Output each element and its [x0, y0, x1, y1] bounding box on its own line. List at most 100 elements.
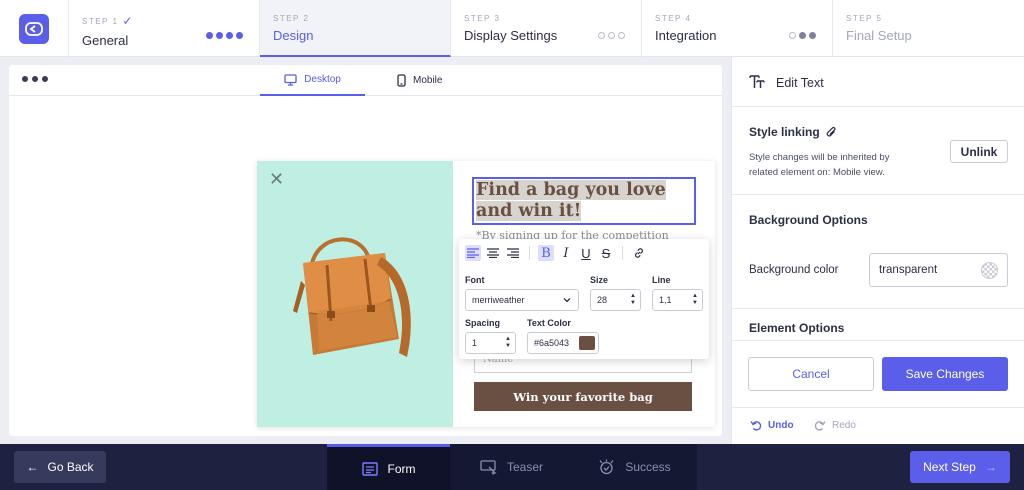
step-integration[interactable]: STEP 4 Integration — [642, 0, 833, 57]
tab-mobile[interactable]: Mobile — [381, 65, 458, 96]
format-buttons: B I U S — [465, 245, 647, 261]
unlink-button[interactable]: Unlink — [950, 140, 1008, 163]
canvas-header: Desktop Mobile — [9, 65, 722, 96]
step-general[interactable]: STEP 1 ✓ General — [69, 0, 260, 57]
size-stepper[interactable]: 28 ▲ ▼ — [590, 289, 641, 311]
italic-icon[interactable]: I — [558, 245, 574, 261]
text-type-icon — [749, 74, 765, 92]
popup-headline[interactable]: Find a bag you love and win it! — [476, 180, 692, 222]
app-logo[interactable] — [0, 0, 69, 57]
checkmark-icon: ✓ — [122, 14, 133, 28]
line-value: 1,1 — [659, 295, 672, 305]
align-center-icon[interactable] — [485, 245, 501, 261]
tab-label: Teaser — [506, 460, 544, 474]
stepper-arrows-icon[interactable]: ▲ ▼ — [505, 336, 511, 350]
style-linking-desc-1: Style changes will be inherited by — [749, 152, 890, 163]
cancel-button[interactable]: Cancel — [748, 357, 874, 391]
tab-teaser[interactable]: Teaser — [450, 444, 573, 490]
strikethrough-icon[interactable]: S — [598, 245, 614, 261]
step-number: STEP 3 — [464, 14, 501, 23]
spacing-stepper[interactable]: 1 ▲ ▼ — [465, 332, 516, 354]
element-options-title: Element Options — [749, 321, 845, 335]
headline-line-2: and win it! — [476, 201, 582, 221]
panel-header: Edit Text — [732, 57, 1024, 107]
step-number: STEP 5 — [846, 14, 883, 23]
undo-button[interactable]: Undo — [750, 420, 794, 431]
stepper-arrows-icon[interactable]: ▲ ▼ — [630, 293, 636, 307]
more-options-icon[interactable] — [22, 76, 48, 82]
progress-dots — [598, 32, 625, 39]
mode-tabs: Form Teaser Success — [327, 444, 697, 490]
stepper-arrows-icon[interactable]: ▲ ▼ — [692, 293, 698, 307]
align-right-icon[interactable] — [505, 245, 521, 261]
text-color-field[interactable]: #6a5043 — [527, 332, 599, 354]
underline-icon[interactable]: U — [578, 245, 594, 261]
style-linking-section: Style linking Style changes will be inhe… — [732, 107, 1024, 195]
panel-title: Edit Text — [776, 76, 824, 90]
arrow-left-icon: ← — [26, 460, 39, 474]
divider — [529, 246, 530, 260]
align-left-icon[interactable] — [465, 245, 481, 261]
step-display-settings[interactable]: STEP 3 Display Settings — [451, 0, 642, 57]
font-select[interactable]: merriweather — [465, 289, 579, 311]
background-options-section: Background Options Background color — [732, 195, 1024, 309]
go-back-button[interactable]: ← Go Back — [14, 451, 106, 483]
redo-button[interactable]: Redo — [814, 420, 856, 431]
form-icon — [361, 461, 378, 476]
style-linking-title: Style linking — [749, 125, 820, 139]
redo-label: Redo — [832, 420, 856, 431]
success-badge-icon — [599, 459, 614, 474]
background-color-label: Background color — [749, 264, 839, 276]
logo-icon — [19, 13, 49, 44]
save-changes-button[interactable]: Save Changes — [882, 357, 1008, 391]
edit-text-panel: Edit Text Style linking Style changes wi… — [731, 57, 1024, 444]
bottom-bar: ← Go Back Form Teaser Success Next Step … — [0, 444, 1024, 490]
progress-dots — [206, 32, 243, 39]
text-color-value: #6a5043 — [534, 338, 570, 348]
step-name: Final Setup — [846, 28, 912, 43]
win-favorite-bag-button[interactable]: Win your favorite bag — [474, 382, 692, 411]
bold-icon[interactable]: B — [538, 245, 554, 261]
redo-icon — [814, 421, 826, 431]
tab-desktop[interactable]: Desktop — [260, 65, 365, 96]
transparent-swatch-icon[interactable] — [981, 262, 998, 279]
desktop-icon — [284, 73, 297, 86]
tab-label: Desktop — [304, 74, 341, 85]
close-icon[interactable]: ✕ — [269, 169, 284, 190]
progress-dots — [789, 32, 816, 39]
background-color-value: transparent — [879, 264, 938, 276]
background-options-title: Background Options — [749, 213, 868, 227]
font-value: merriweather — [472, 295, 525, 305]
step-number: STEP 4 — [655, 14, 692, 23]
tab-label: Mobile — [413, 75, 443, 86]
size-label: Size — [590, 275, 609, 285]
step-design[interactable]: STEP 2 Design — [260, 0, 451, 57]
step-number: STEP 2 — [273, 14, 310, 23]
undo-icon — [750, 421, 762, 431]
link-icon[interactable] — [631, 245, 647, 261]
undo-label: Undo — [768, 420, 794, 431]
steps-bar: STEP 1 ✓ General STEP 2 Design STEP 3 Dis… — [0, 0, 1024, 57]
divider — [732, 340, 1024, 341]
teaser-icon — [480, 459, 497, 475]
next-step-button[interactable]: Next Step → — [910, 451, 1010, 483]
mobile-icon — [397, 74, 406, 87]
step-number: STEP 1 — [82, 16, 119, 26]
tab-form[interactable]: Form — [327, 444, 450, 490]
tab-label: Form — [387, 461, 416, 476]
paperclip-icon — [826, 126, 836, 137]
go-back-label: Go Back — [47, 460, 94, 474]
tab-success[interactable]: Success — [573, 444, 696, 490]
headline-line-1: Find a bag you love — [476, 180, 666, 200]
next-step-label: Next Step — [923, 460, 976, 474]
divider — [622, 246, 623, 260]
size-value: 28 — [597, 295, 608, 305]
background-color-input[interactable]: transparent — [869, 253, 1008, 287]
step-final-setup[interactable]: STEP 5 Final Setup — [833, 0, 1024, 57]
color-swatch[interactable] — [579, 336, 595, 350]
headline-selected[interactable]: Find a bag you love and win it! — [472, 177, 696, 225]
leather-bag-image — [293, 237, 411, 357]
product-image: ✕ — [257, 161, 453, 427]
tab-label: Success — [625, 460, 671, 474]
line-height-stepper[interactable]: 1,1 ▲ ▼ — [652, 289, 703, 311]
